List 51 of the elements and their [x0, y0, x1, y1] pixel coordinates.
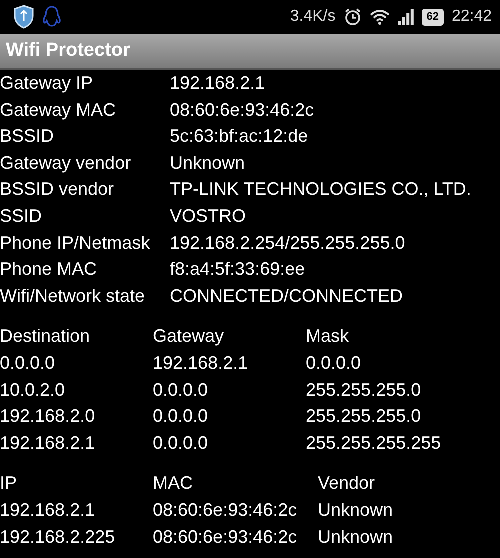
info-label: Gateway IP	[0, 72, 94, 95]
info-label: Gateway vendor	[0, 152, 132, 175]
table-cell-text: 10.0.2.0	[0, 378, 66, 402]
table-cell-text: 08:60:6e:93:46:2c	[153, 498, 298, 522]
info-value: CONNECTED/CONNECTED	[170, 284, 404, 308]
shield-icon	[14, 5, 34, 29]
table-cell-text: 0.0.0.0	[0, 352, 56, 375]
column-header: Destination	[0, 325, 92, 348]
table-cell-text: 192.168.2.1	[0, 432, 96, 455]
column-header: Mask	[306, 325, 350, 348]
info-label: Phone MAC	[0, 258, 98, 282]
signal-icon	[398, 9, 414, 25]
info-value: Unknown	[170, 152, 246, 175]
info-label: BSSID	[0, 125, 56, 148]
info-value: 192.168.2.254/255.255.255.0	[170, 232, 406, 255]
table-cell-text: Unknown	[318, 498, 394, 522]
battery-level: 62	[422, 8, 444, 26]
column-header: Gateway	[153, 325, 226, 348]
column-header: MAC	[153, 472, 194, 496]
table-cell-text: 0.0.0.0	[306, 352, 362, 375]
info-label: Wifi/Network state	[0, 284, 146, 308]
alarm-clock-icon	[344, 8, 362, 26]
info-value: 08:60:6e:93:46:2c	[170, 98, 316, 122]
column-header: Vendor	[318, 472, 376, 496]
info-label: BSSID vendor	[0, 178, 116, 202]
table-cell-text: 08:60:6e:93:46:2c	[153, 526, 298, 548]
info-value: TP-LINK TECHNOLOGIES CO., LTD.	[170, 178, 472, 202]
table-cell-text: 255.255.255.255	[306, 432, 442, 455]
wifi-icon	[370, 9, 390, 25]
network-speed: 3.4K/s	[290, 8, 336, 26]
clock-time: 22:42	[452, 8, 492, 26]
info-label: Gateway MAC	[0, 98, 118, 122]
table-cell-text: 192.168.2.0	[0, 405, 96, 428]
table-cell-text: 192.168.2.1	[0, 498, 96, 522]
info-value: 5c:63:bf:ac:12:de	[170, 125, 310, 148]
table-cell-text: 0.0.0.0	[153, 432, 210, 455]
info-value: VOSTRO	[170, 204, 248, 228]
column-header: IP	[0, 472, 18, 496]
table-cell-text: Unknown	[318, 526, 394, 548]
window-title: Wifi Protector	[6, 40, 130, 62]
penguin-icon	[42, 5, 62, 29]
table-cell-text: 192.168.2.225	[0, 526, 116, 548]
table-cell-text: 255.255.255.0	[306, 405, 422, 428]
info-value: 192.168.2.1	[170, 72, 266, 95]
table-cell-text: 0.0.0.0	[153, 378, 210, 402]
info-label: SSID	[0, 204, 44, 228]
table-cell-text: 255.255.255.0	[306, 378, 422, 402]
table-cell-text: 0.0.0.0	[153, 405, 210, 428]
table-cell-text: 192.168.2.1	[153, 352, 250, 375]
info-value: f8:a4:5f:33:69:ee	[170, 258, 306, 282]
info-label: Phone IP/Netmask	[0, 232, 152, 255]
